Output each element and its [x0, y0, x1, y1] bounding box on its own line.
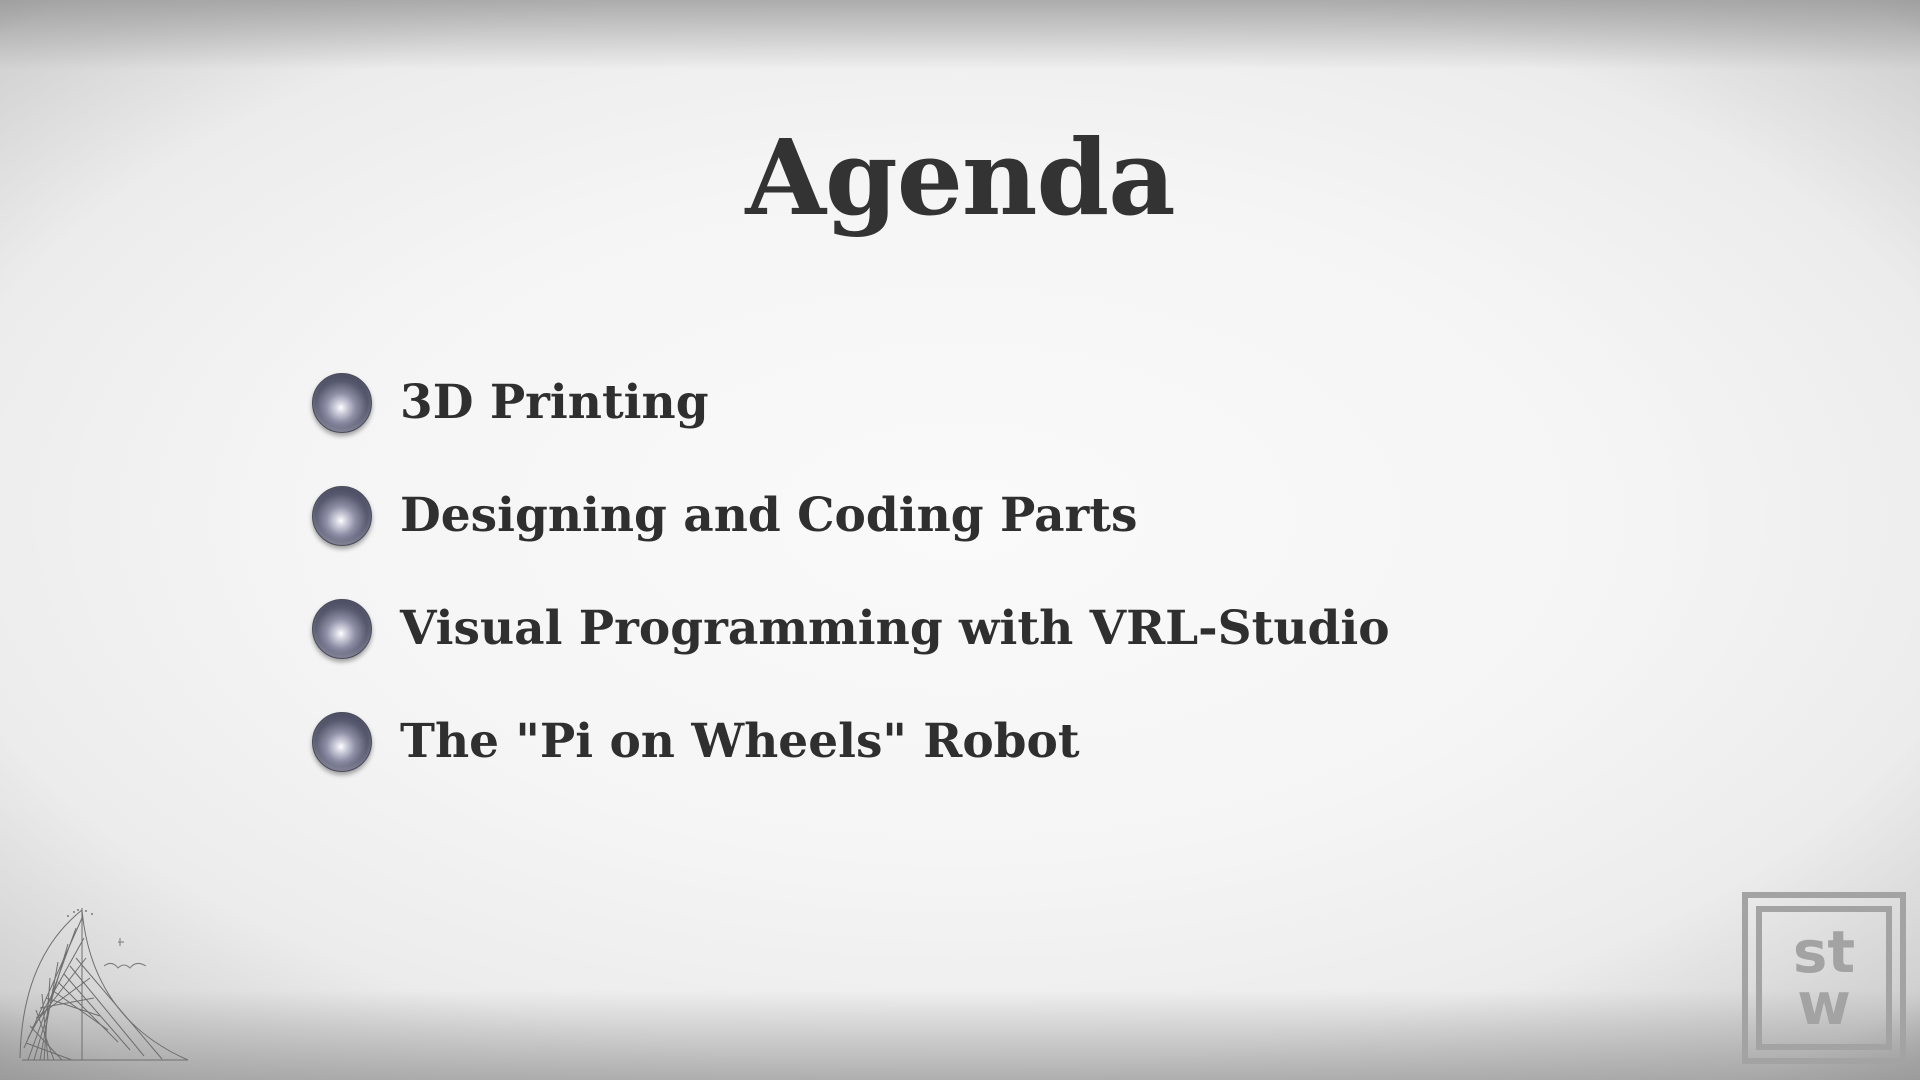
- agenda-item-designing-coding: Designing and Coding Parts: [312, 485, 1390, 547]
- agenda-item-label: The "Pi on Wheels" Robot: [400, 714, 1080, 769]
- logo-text-bottom: w: [1797, 970, 1851, 1038]
- agenda-item-label: Visual Programming with VRL-Studio: [400, 601, 1390, 656]
- agenda-item-visual-programming: Visual Programming with VRL-Studio: [312, 598, 1390, 660]
- logo-inner-frame: st w: [1756, 906, 1892, 1050]
- curve-sketch-icon: [19, 908, 189, 1061]
- sphere-bullet-icon: [312, 373, 372, 433]
- sphere-bullet-icon: [312, 712, 372, 772]
- institution-logo: st w: [1742, 892, 1906, 1064]
- agenda-item-pi-on-wheels: The "Pi on Wheels" Robot: [312, 711, 1390, 773]
- slide-title: Agenda: [745, 115, 1175, 239]
- sphere-bullet-icon: [312, 486, 372, 546]
- agenda-item-3d-printing: 3D Printing: [312, 372, 1390, 434]
- agenda-item-label: Designing and Coding Parts: [400, 488, 1138, 543]
- top-vignette: [0, 0, 1920, 70]
- bottom-vignette: [0, 990, 1920, 1080]
- agenda-item-label: 3D Printing: [400, 375, 709, 430]
- agenda-list: 3D Printing Designing and Coding Parts V…: [312, 372, 1390, 824]
- sphere-bullet-icon: [312, 599, 372, 659]
